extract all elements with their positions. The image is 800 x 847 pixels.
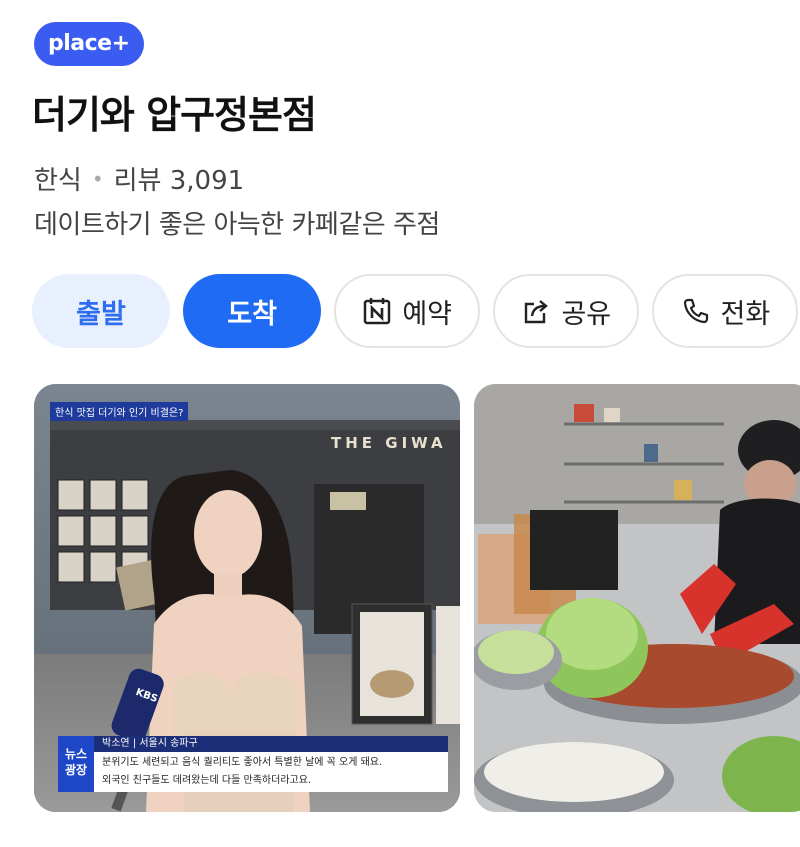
store-sign: THE GIWA [331, 434, 447, 452]
share-button[interactable]: 공유 [493, 274, 640, 348]
subtitle-line1: 분위기도 세련되고 음식 퀄리티도 좋아서 특별한 날에 꼭 오게 돼요. [102, 757, 383, 768]
place-title: 더기와 압구정본점 [32, 93, 317, 137]
call-label: 전화 [720, 298, 771, 330]
start-button[interactable]: 출발 [32, 274, 170, 348]
arrive-label: 도착 [227, 298, 277, 330]
news-topic-caption: 한식 맛집 더기와 인기 비결은? [50, 402, 189, 421]
subtitle-line2: 외국인 친구들도 데려왔는데 다들 만족하더라고요. [102, 775, 312, 786]
share-label: 공유 [561, 298, 612, 330]
news-lower-third: 뉴스 광장 박소연 | 서울시 송파구 분위기도 세련되고 음식 퀄리티도 좋아… [58, 736, 448, 792]
review-count-link[interactable]: 리뷰 3,091 [114, 160, 245, 197]
place-description: 데이트하기 좋은 아늑한 카페같은 주점 [34, 210, 440, 240]
kitchen-scene-image [474, 384, 800, 812]
meta-separator: • [91, 166, 104, 191]
news-tag-line2: 광장 [64, 763, 88, 777]
place-plus-badge: place+ [34, 22, 144, 66]
photo-kitchen[interactable] [474, 384, 800, 812]
reserve-label: 예약 [402, 298, 453, 330]
place-meta: 한식 • 리뷰 3,091 [34, 160, 244, 197]
reserve-button[interactable]: 예약 [334, 274, 481, 348]
photo-interview[interactable]: KBS 한식 맛집 더기와 인기 비결은? THE GIWA 뉴스 광장 박소연… [34, 384, 460, 812]
photo-carousel[interactable]: KBS 한식 맛집 더기와 인기 비결은? THE GIWA 뉴스 광장 박소연… [34, 384, 800, 812]
news-subtitle: 분위기도 세련되고 음식 퀄리티도 좋아서 특별한 날에 꼭 오게 돼요. 외국… [94, 752, 448, 792]
interviewee-name: 박소연 | 서울시 송파구 [94, 736, 448, 752]
naver-calendar-icon [362, 296, 392, 326]
news-tag-line1: 뉴스 [64, 747, 88, 761]
news-program-tag: 뉴스 광장 [58, 736, 94, 792]
phone-icon [681, 296, 711, 326]
call-button[interactable]: 전화 [652, 274, 799, 348]
arrive-button[interactable]: 도착 [183, 274, 322, 348]
share-icon [521, 296, 551, 326]
action-buttons-row: 출발 도착 예약 공유 전화 [32, 274, 800, 352]
category-label: 한식 [34, 166, 82, 196]
start-label: 출발 [76, 298, 126, 330]
